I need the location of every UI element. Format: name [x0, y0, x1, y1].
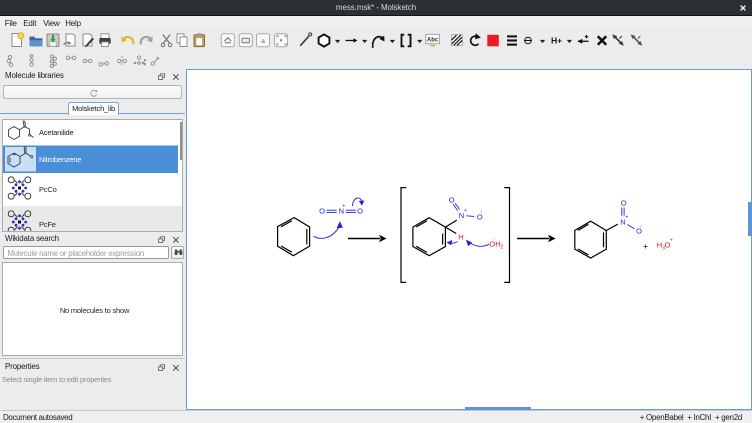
svg-text:+: + — [670, 238, 673, 244]
svg-text:+: + — [643, 241, 648, 251]
svg-text:··: ·· — [492, 236, 496, 242]
svg-text:+: + — [342, 204, 345, 210]
svg-text:O: O — [319, 207, 325, 216]
svg-text:Abc: Abc — [427, 38, 439, 44]
svg-text:a: a — [261, 38, 265, 45]
svg-text:O: O — [357, 207, 363, 216]
svg-text:H+: H+ — [551, 36, 562, 46]
svg-text:O: O — [449, 196, 455, 205]
svg-text:H: H — [458, 233, 463, 242]
svg-text:+: + — [464, 208, 467, 214]
svg-text:O: O — [621, 199, 627, 208]
svg-text:2: 2 — [500, 244, 503, 250]
svg-text:+: + — [625, 215, 628, 221]
